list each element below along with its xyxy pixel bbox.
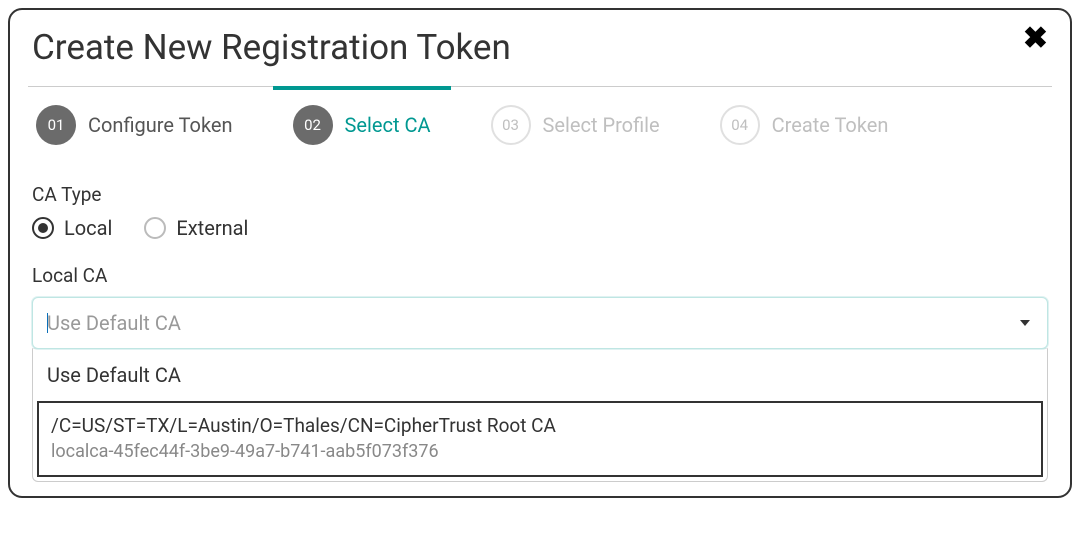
ca-type-radio-group: Local External (32, 216, 1048, 240)
step-label: Select CA (345, 113, 431, 137)
dropdown-option-id: localca-45fec44f-3be9-49a7-b741-aab5f073… (51, 439, 1029, 464)
modal-body: CA Type Local External Local CA Use Defa… (10, 161, 1070, 496)
radio-label: Local (64, 216, 112, 240)
create-token-modal: Create New Registration Token ✖ 01 Confi… (8, 8, 1072, 498)
step-badge: 04 (720, 105, 760, 145)
chevron-down-icon[interactable] (1020, 320, 1030, 326)
stepper: 01 Configure Token 02 Select CA 03 Selec… (10, 87, 1070, 161)
ca-type-label: CA Type (32, 183, 1048, 206)
modal-title: Create New Registration Token (32, 26, 512, 70)
dropdown-option-root-ca[interactable]: /C=US/ST=TX/L=Austin/O=Thales/CN=CipherT… (37, 401, 1043, 477)
step-select-ca[interactable]: 02 Select CA (293, 87, 431, 161)
step-badge: 03 (491, 105, 531, 145)
local-ca-combobox[interactable]: Use Default CA (32, 297, 1048, 349)
local-ca-input-value: Use Default CA (47, 311, 181, 335)
local-ca-label: Local CA (32, 264, 1048, 287)
step-configure-token[interactable]: 01 Configure Token (36, 87, 233, 161)
radio-label: External (176, 216, 248, 240)
local-ca-dropdown: Use Default CA /C=US/ST=TX/L=Austin/O=Th… (32, 348, 1048, 482)
step-create-token[interactable]: 04 Create Token (720, 87, 889, 161)
local-ca-input[interactable]: Use Default CA (32, 297, 1048, 349)
radio-external[interactable]: External (144, 216, 248, 240)
dropdown-option-dn: /C=US/ST=TX/L=Austin/O=Thales/CN=CipherT… (51, 413, 1029, 440)
radio-local[interactable]: Local (32, 216, 112, 240)
radio-circle-icon (32, 217, 54, 239)
step-badge: 02 (293, 105, 333, 145)
step-badge: 01 (36, 105, 76, 145)
step-select-profile[interactable]: 03 Select Profile (491, 87, 660, 161)
radio-circle-icon (144, 217, 166, 239)
close-icon[interactable]: ✖ (1023, 24, 1048, 54)
step-label: Select Profile (543, 113, 660, 137)
step-label: Configure Token (88, 113, 233, 137)
modal-header: Create New Registration Token ✖ (10, 10, 1070, 82)
dropdown-option-default[interactable]: Use Default CA (33, 349, 1047, 401)
step-label: Create Token (772, 113, 889, 137)
